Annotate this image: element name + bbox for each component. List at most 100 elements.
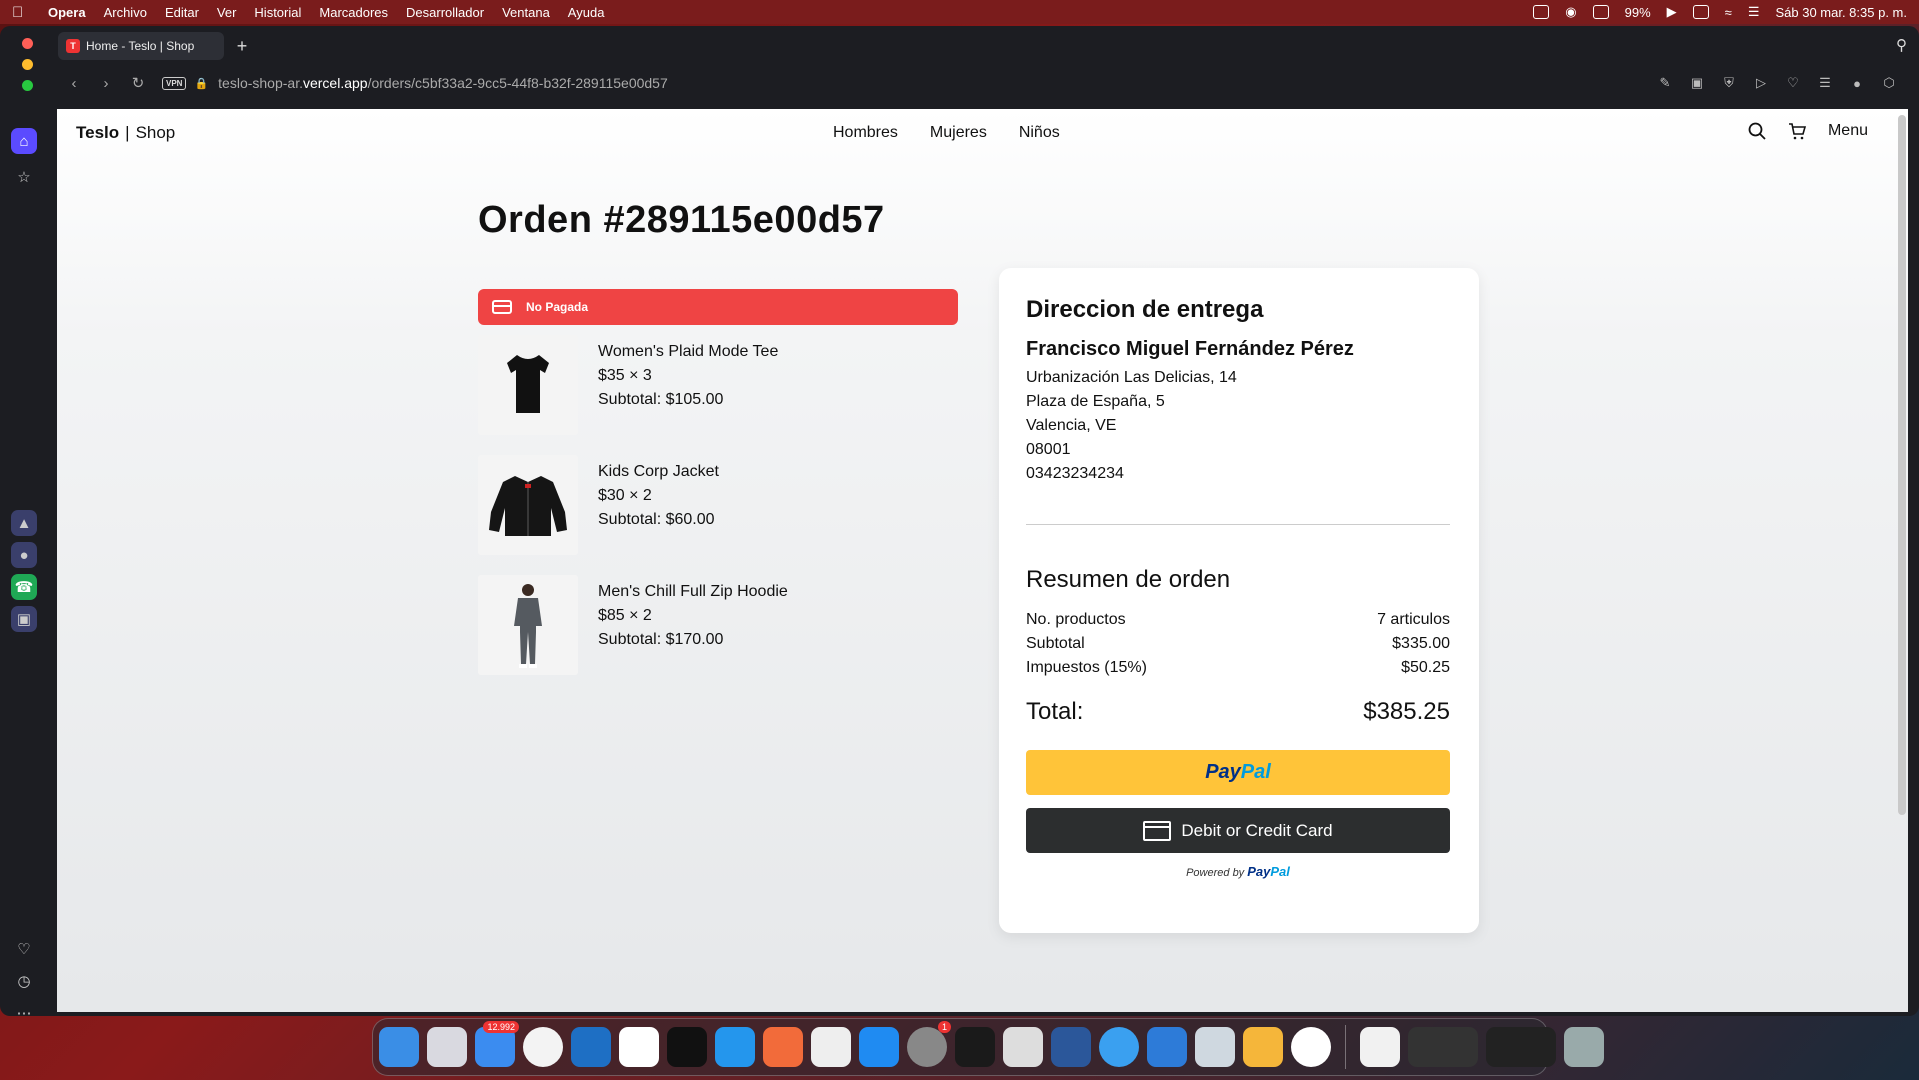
heart-icon[interactable]: ♡: [11, 936, 37, 962]
item-subtotal: Subtotal: $105.00: [598, 391, 724, 408]
star-icon[interactable]: ☆: [11, 164, 37, 190]
textedit-icon[interactable]: [811, 1027, 851, 1067]
safari-icon[interactable]: [1099, 1027, 1139, 1067]
menu-ayuda[interactable]: Ayuda: [568, 5, 605, 20]
edit-icon[interactable]: ✎: [1656, 75, 1674, 91]
close-window-button[interactable]: [22, 38, 33, 49]
main-nav: Hombres Mujeres Niños: [833, 124, 1060, 142]
aria-icon[interactable]: ▲: [11, 510, 37, 536]
menu-ventana[interactable]: Ventana: [502, 5, 550, 20]
grammarly-icon[interactable]: ◉: [1565, 4, 1576, 20]
hoodie-model-icon: [514, 584, 542, 668]
camera-icon[interactable]: ▣: [1688, 75, 1706, 91]
calculator-icon[interactable]: [1003, 1027, 1043, 1067]
summary-value: 7 articulos: [1377, 611, 1450, 628]
menu-ver[interactable]: Ver: [217, 5, 237, 20]
nav-hombres[interactable]: Hombres: [833, 124, 898, 142]
menu-editar[interactable]: Editar: [165, 5, 199, 20]
menu-desarrollador[interactable]: Desarrollador: [406, 5, 484, 20]
url-path: /orders/c5bf33a2-9cc5-44f8-b32f-289115e0…: [367, 75, 668, 91]
control-center-icon[interactable]: ☰: [1748, 4, 1760, 20]
screen-share-icon[interactable]: [1533, 5, 1550, 19]
item-info: Men's Chill Full Zip Hoodie $85 × 2 Subt…: [598, 580, 788, 652]
terminal-icon[interactable]: [667, 1027, 707, 1067]
messenger-icon[interactable]: ●: [11, 542, 37, 568]
lock-icon[interactable]: 🔒: [194, 77, 208, 90]
menu-historial[interactable]: Historial: [254, 5, 301, 20]
mail-icon[interactable]: 12.992: [475, 1021, 519, 1067]
postman-icon[interactable]: [763, 1027, 803, 1067]
minimized-window[interactable]: [1486, 1027, 1556, 1067]
postal-code: 08001: [1026, 441, 1071, 458]
menu-button[interactable]: Menu: [1828, 122, 1868, 140]
vpn-badge[interactable]: VPN: [162, 76, 187, 90]
system-settings-icon[interactable]: 1: [907, 1021, 951, 1067]
paypal-logo-pay: Pay: [1205, 761, 1241, 783]
site-logo[interactable]: Teslo | Shop: [76, 123, 175, 143]
total-value: $385.25: [1363, 698, 1450, 725]
minimized-window[interactable]: [1408, 1027, 1478, 1067]
forward-button[interactable]: ›: [90, 75, 122, 92]
recipient-name: Francisco Miguel Fernández Pérez: [1026, 338, 1354, 360]
instagram-icon[interactable]: ▣: [11, 606, 37, 632]
fonts-icon[interactable]: [1360, 1027, 1400, 1067]
powered-by-text: Powered by: [1186, 867, 1245, 879]
menu-lines-icon[interactable]: ☰: [1816, 75, 1834, 91]
docker-icon[interactable]: [715, 1027, 755, 1067]
opera-icon[interactable]: [1291, 1027, 1331, 1067]
summary-label: Subtotal: [1026, 635, 1085, 652]
search-icon[interactable]: [1748, 122, 1766, 140]
app-store-icon[interactable]: [859, 1027, 899, 1067]
tab-search-icon[interactable]: ⚲: [1896, 36, 1907, 54]
debit-credit-card-button[interactable]: Debit or Credit Card: [1026, 808, 1450, 853]
slack-icon[interactable]: [619, 1027, 659, 1067]
url-field[interactable]: teslo-shop-ar.vercel.app/orders/c5bf33a2…: [218, 75, 668, 91]
item-info: Kids Corp Jacket $30 × 2 Subtotal: $60.0…: [598, 460, 719, 532]
back-button[interactable]: ‹: [58, 75, 90, 92]
finder-icon[interactable]: [379, 1027, 419, 1067]
home-icon[interactable]: ⌂: [11, 128, 37, 154]
activity-monitor-icon[interactable]: [955, 1027, 995, 1067]
cube-icon[interactable]: ⬡: [1880, 75, 1898, 91]
apple-icon[interactable]: : [12, 4, 30, 21]
vscode-icon[interactable]: [571, 1027, 611, 1067]
history-icon[interactable]: ◷: [11, 968, 37, 994]
menu-marcadores[interactable]: Marcadores: [319, 5, 388, 20]
battery-icon[interactable]: [1692, 5, 1709, 19]
play-icon[interactable]: ▶: [1667, 4, 1677, 20]
heart-icon[interactable]: ♡: [1784, 75, 1802, 91]
menubar-clock[interactable]: Sáb 30 mar. 8:35 p. m.: [1775, 5, 1907, 20]
word-icon[interactable]: [1051, 1027, 1091, 1067]
shield-icon[interactable]: ⛨: [1720, 75, 1738, 91]
minimize-window-button[interactable]: [22, 59, 33, 70]
remote-desktop-icon[interactable]: [1147, 1027, 1187, 1067]
whatsapp-icon[interactable]: ☎: [11, 574, 37, 600]
nav-ninos[interactable]: Niños: [1019, 124, 1060, 142]
paypal-button[interactable]: Pay Pal: [1026, 750, 1450, 795]
cart-icon[interactable]: [1788, 122, 1806, 140]
play-icon[interactable]: ▷: [1752, 75, 1770, 91]
menu-archivo[interactable]: Archivo: [104, 5, 147, 20]
more-icon[interactable]: ⋯: [11, 1000, 37, 1016]
item-subtotal: Subtotal: $60.00: [598, 511, 715, 528]
item-name: Women's Plaid Mode Tee: [598, 343, 779, 360]
keyboard-icon[interactable]: [1592, 5, 1609, 19]
new-tab-button[interactable]: +: [232, 36, 252, 56]
chrome-icon[interactable]: [523, 1027, 563, 1067]
zoom-window-button[interactable]: [22, 80, 33, 91]
profile-icon[interactable]: ●: [1848, 76, 1866, 91]
status-label: No Pagada: [526, 300, 589, 314]
sequel-icon[interactable]: [1243, 1027, 1283, 1067]
trash-icon[interactable]: [1564, 1027, 1604, 1067]
reload-button[interactable]: ↻: [122, 74, 154, 92]
scrollbar[interactable]: [1898, 115, 1906, 815]
menu-app-name[interactable]: Opera: [48, 5, 86, 20]
wifi-icon[interactable]: ≈: [1725, 5, 1732, 20]
nav-mujeres[interactable]: Mujeres: [930, 124, 987, 142]
launchpad-icon[interactable]: [427, 1027, 467, 1067]
header-actions: Menu: [1748, 122, 1868, 140]
tab-active[interactable]: T Home - Teslo | Shop: [58, 32, 224, 60]
summary-label: No. productos: [1026, 611, 1126, 628]
preview-icon[interactable]: [1195, 1027, 1235, 1067]
delivery-title: Direccion de entrega: [1026, 296, 1264, 323]
